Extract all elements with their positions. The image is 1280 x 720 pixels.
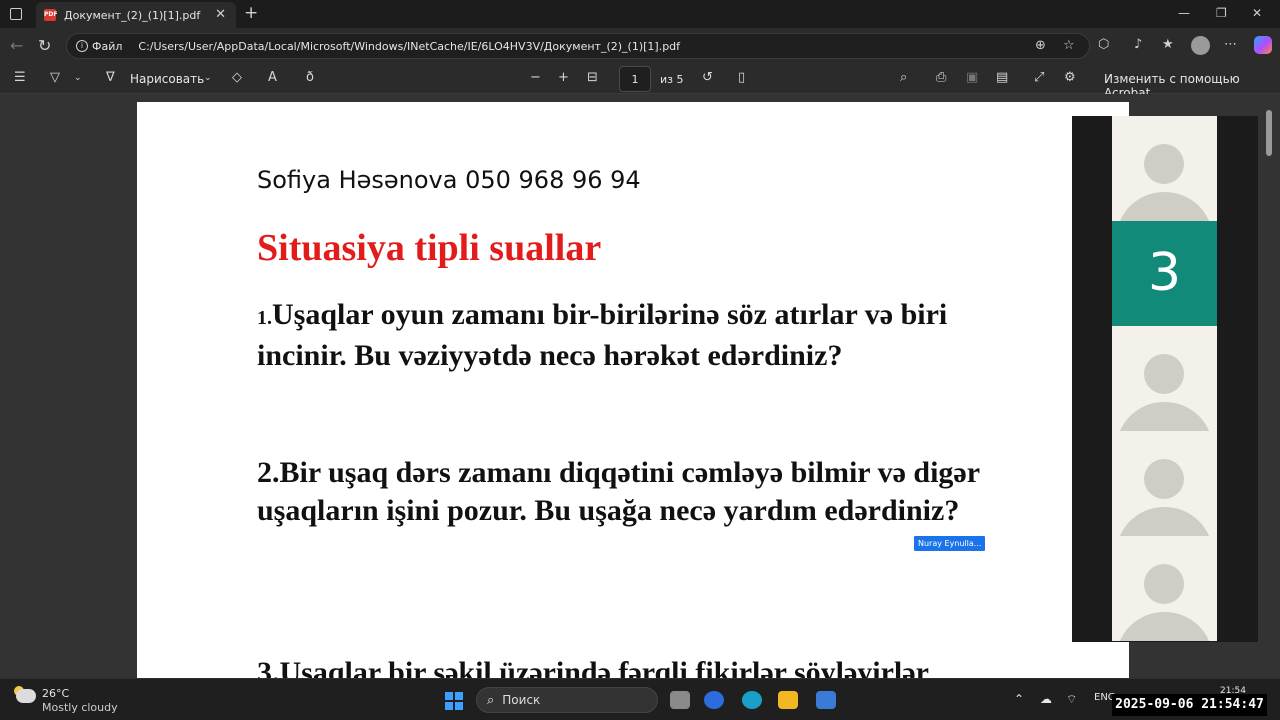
url-text[interactable]: C:/Users/User/AppData/Local/Microsoft/Wi… — [138, 40, 680, 53]
question-1: 1.Uşaqlar oyun zamanı bir-birilərinə söz… — [257, 296, 1017, 375]
participant-name-tooltip: Nuray Eynulla... — [914, 536, 986, 551]
read-aloud-icon[interactable]: ♪ — [1134, 37, 1142, 52]
store-app-icon[interactable] — [816, 691, 836, 709]
search-icon[interactable]: ⌕ — [900, 70, 907, 85]
avatar-head — [1144, 354, 1184, 394]
save-as-icon[interactable]: ▤ — [996, 70, 1008, 85]
address-bar[interactable]: i Файл C:/Users/User/AppData/Local/Micro… — [66, 33, 1090, 59]
draw-button[interactable]: Нарисовать — [130, 72, 204, 86]
document-title: Situasiya tipli suallar — [257, 227, 602, 269]
favorite-star-icon[interactable]: ☆ — [1063, 38, 1075, 53]
network-icon[interactable]: ⌔ — [1066, 692, 1077, 707]
back-icon[interactable]: ← — [10, 36, 23, 55]
question-1-number: 1. — [257, 307, 272, 329]
taskbar-search[interactable]: ⌕ Поиск — [476, 687, 658, 713]
rotate-icon[interactable]: ↺ — [702, 70, 713, 85]
settings-gear-icon[interactable]: ⚙ — [1064, 70, 1076, 85]
tab-pdf-document[interactable]: PDF Документ_(2)_(1)[1].pdf ✕ — [36, 2, 236, 28]
search-label: Поиск — [502, 693, 541, 707]
pdf-icon: PDF — [44, 9, 57, 21]
participant-strip: 3 — [1072, 116, 1258, 642]
taskbar: 26°C Mostly cloudy ⌕ Поиск ⌃ ☁ ⌔ ENG 21:… — [0, 678, 1280, 720]
address-row: ← ↻ i Файл C:/Users/User/AppData/Local/M… — [0, 28, 1280, 64]
contents-icon[interactable]: ☰ — [14, 70, 26, 85]
fullscreen-icon[interactable]: ⤢ — [1034, 70, 1044, 85]
page-number-input[interactable] — [619, 66, 651, 92]
zoom-icon[interactable]: ⊕ — [1035, 38, 1046, 53]
zoom-app-icon[interactable] — [704, 691, 724, 709]
draw-dropdown-icon[interactable]: ⌄ — [204, 73, 212, 83]
question-3: 3.Uşaqlar bir şəkil üzərində fərqli fiki… — [257, 656, 929, 678]
avatar-body — [1116, 612, 1213, 641]
profile-avatar[interactable] — [1191, 36, 1210, 55]
save-icon[interactable]: ▣ — [966, 70, 978, 85]
avatar-head — [1144, 564, 1184, 604]
fit-page-icon[interactable]: ⊟ — [587, 70, 598, 85]
minimize-icon[interactable]: — — [1178, 6, 1190, 20]
highlight-icon[interactable]: ▽ — [50, 70, 60, 85]
tray-chevron-icon[interactable]: ⌃ — [1014, 692, 1024, 706]
vertical-scrollbar[interactable] — [1266, 110, 1272, 156]
search-icon: ⌕ — [487, 692, 495, 708]
eraser-icon[interactable]: ◇ — [232, 70, 242, 85]
avatar-head — [1144, 144, 1184, 184]
close-window-icon[interactable]: ✕ — [1252, 6, 1262, 20]
more-menu-icon[interactable]: ⋯ — [1224, 37, 1237, 52]
participant-tile[interactable] — [1112, 326, 1217, 431]
question-2: 2.Bir uşaq dərs zamanı diqqətini cəmləyə… — [257, 456, 980, 527]
file-label: Файл — [92, 39, 123, 53]
favorites-icon[interactable]: ★ — [1162, 37, 1174, 52]
avatar-head — [1144, 459, 1184, 499]
print-icon[interactable]: ⎙ — [936, 70, 946, 85]
maximize-icon[interactable]: ❐ — [1216, 6, 1227, 20]
zoom-in-icon[interactable]: + — [558, 70, 569, 85]
page-view-icon[interactable]: ▯ — [738, 70, 745, 85]
question-1-text: Uşaqlar oyun zamanı bir-birilərinə söz a… — [257, 298, 948, 372]
author-line: Sofiya Həsənova 050 968 96 94 — [257, 166, 641, 194]
participant-tile[interactable] — [1112, 116, 1217, 221]
pdf-page: Sofiya Həsənova 050 968 96 94 Situasiya … — [137, 102, 1129, 678]
translate-icon[interactable]: ð — [306, 70, 314, 85]
zoom-out-icon[interactable]: − — [530, 70, 541, 85]
refresh-icon[interactable]: ↻ — [38, 36, 51, 55]
new-tab-icon[interactable]: + — [244, 3, 258, 23]
edge-app-icon[interactable] — [742, 691, 762, 709]
avatar-body — [1116, 507, 1213, 536]
file-explorer-icon[interactable] — [778, 691, 798, 709]
participant-tile[interactable] — [1112, 536, 1217, 641]
onedrive-cloud-icon[interactable]: ☁ — [1040, 692, 1052, 706]
tab-actions-icon[interactable] — [10, 8, 22, 20]
tab-title: Документ_(2)_(1)[1].pdf — [64, 8, 201, 22]
text-icon[interactable]: A — [268, 70, 277, 85]
avatar-body — [1116, 402, 1213, 431]
highlight-dropdown-icon[interactable]: ⌄ — [74, 73, 82, 83]
close-tab-icon[interactable]: ✕ — [215, 7, 226, 22]
participant-tile[interactable] — [1112, 431, 1217, 536]
weather-cloud-icon[interactable] — [16, 689, 36, 703]
pdf-toolbar: ☰ ▽ ⌄ ∇ Нарисовать ⌄ ◇ A ð − + ⊟ из 5 ↺ … — [0, 64, 1280, 100]
weather-condition[interactable]: Mostly cloudy — [42, 701, 118, 714]
extensions-icon[interactable]: ⬡ — [1098, 37, 1109, 52]
weather-temperature[interactable]: 26°C — [42, 687, 69, 700]
recording-timestamp: 2025-09-06 21:54:47 — [1112, 694, 1267, 716]
tab-strip: PDF Документ_(2)_(1)[1].pdf ✕ + — ❐ ✕ — [0, 0, 1280, 28]
page-total: из 5 — [660, 73, 684, 86]
info-icon[interactable]: i — [76, 40, 88, 52]
participant-count-tile[interactable]: 3 — [1112, 221, 1217, 326]
task-view-icon[interactable] — [670, 691, 690, 709]
screen: PDF Документ_(2)_(1)[1].pdf ✕ + — ❐ ✕ ← … — [0, 0, 1280, 720]
start-windows-icon[interactable] — [445, 692, 463, 710]
draw-icon[interactable]: ∇ — [106, 70, 115, 85]
avatar-body — [1116, 192, 1213, 221]
copilot-icon[interactable] — [1254, 36, 1272, 54]
